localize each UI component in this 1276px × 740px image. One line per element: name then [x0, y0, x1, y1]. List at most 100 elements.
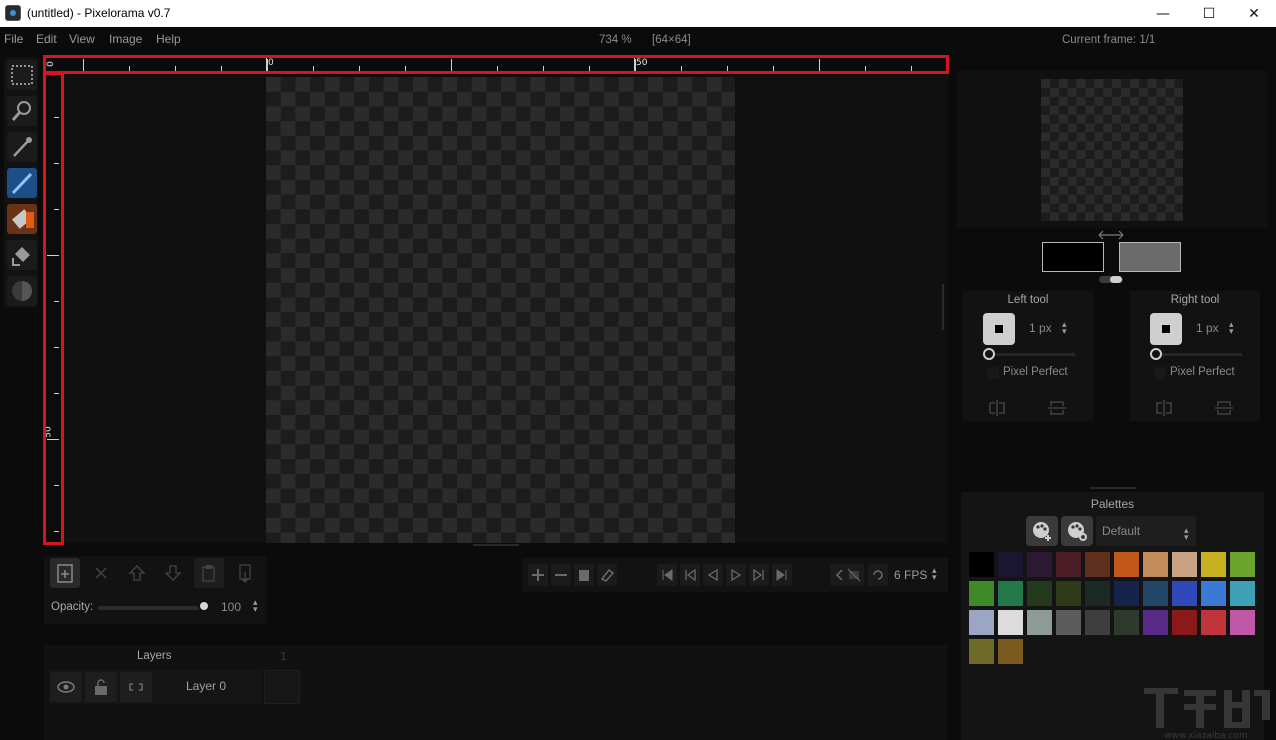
- palette-swatch[interactable]: [1201, 610, 1226, 635]
- clone-frame-button[interactable]: [574, 564, 594, 586]
- right-pixel-perfect-checkbox[interactable]: [1154, 367, 1166, 379]
- menu-view[interactable]: View: [69, 32, 95, 46]
- right-brush-size-thumb[interactable]: [1150, 348, 1162, 360]
- palette-swatch[interactable]: [969, 581, 994, 606]
- palette-swatch[interactable]: [1056, 581, 1081, 606]
- fps-spinner-icon[interactable]: ▴ ▾: [932, 567, 937, 583]
- opacity-slider-thumb[interactable]: [198, 600, 210, 612]
- loop-button[interactable]: [868, 564, 888, 586]
- layer-row[interactable]: Layer 0: [49, 670, 261, 704]
- lighten-darken-tool-button[interactable]: [7, 276, 37, 306]
- palette-swatch[interactable]: [969, 552, 994, 577]
- right-brush-size[interactable]: 1 px: [1196, 321, 1219, 335]
- fps-value[interactable]: 6 FPS: [894, 568, 927, 582]
- menu-help[interactable]: Help: [156, 32, 181, 46]
- palette-swatch[interactable]: [1056, 610, 1081, 635]
- vertical-mirror-icon[interactable]: [1214, 399, 1234, 417]
- palette-swatch[interactable]: [1201, 581, 1226, 606]
- palette-swatch[interactable]: [1027, 581, 1052, 606]
- edit-palette-button[interactable]: [1061, 516, 1093, 546]
- horizontal-mirror-icon[interactable]: [1154, 399, 1174, 417]
- right-brush-type-button[interactable]: [1150, 313, 1182, 345]
- splitter-handle[interactable]: [473, 544, 519, 546]
- frame-cel[interactable]: [264, 670, 300, 704]
- link-toggle[interactable]: [120, 672, 152, 702]
- rect-select-tool-button[interactable]: [7, 60, 37, 90]
- palette-swatch[interactable]: [1172, 552, 1197, 577]
- palette-swatch[interactable]: [1143, 581, 1168, 606]
- left-brush-size-slider[interactable]: [985, 353, 1075, 356]
- left-color-picker[interactable]: [1042, 242, 1104, 272]
- maximize-button[interactable]: ☐: [1186, 0, 1232, 27]
- palette-swatch[interactable]: [1114, 552, 1139, 577]
- onion-skin-button[interactable]: [597, 564, 617, 586]
- menu-image[interactable]: Image: [109, 32, 142, 46]
- add-frame-button[interactable]: [528, 564, 548, 586]
- lock-toggle[interactable]: [85, 672, 117, 702]
- palette-swatch[interactable]: [1085, 552, 1110, 577]
- eraser-tool-button[interactable]: [7, 204, 37, 234]
- palette-swatch[interactable]: [1085, 610, 1110, 635]
- add-layer-button[interactable]: [50, 558, 80, 588]
- palette-swatch[interactable]: [969, 639, 994, 664]
- minimize-button[interactable]: —: [1140, 0, 1186, 27]
- play-backwards-button[interactable]: [703, 564, 723, 586]
- onion-skinning-toggle[interactable]: [844, 564, 864, 586]
- move-layer-up-button[interactable]: [122, 558, 152, 588]
- splitter-handle[interactable]: [942, 284, 944, 330]
- left-pixel-perfect-checkbox[interactable]: [987, 367, 999, 379]
- move-layer-down-button[interactable]: [158, 558, 188, 588]
- palette-swatch[interactable]: [998, 610, 1023, 635]
- reset-colors-icon[interactable]: [1098, 275, 1124, 284]
- right-brush-size-slider[interactable]: [1152, 353, 1242, 356]
- horizontal-ruler[interactable]: 0 0 50: [43, 55, 949, 74]
- palette-swatch[interactable]: [1114, 610, 1139, 635]
- left-brush-size-thumb[interactable]: [983, 348, 995, 360]
- palette-swatch[interactable]: [1230, 610, 1255, 635]
- opacity-spinner-icon[interactable]: ▴ ▾: [253, 599, 258, 615]
- first-frame-button[interactable]: [657, 564, 677, 586]
- drawing-canvas[interactable]: [266, 77, 735, 543]
- right-color-picker[interactable]: [1119, 242, 1181, 272]
- horizontal-mirror-icon[interactable]: [987, 399, 1007, 417]
- opacity-slider[interactable]: [98, 606, 204, 610]
- opacity-value[interactable]: 100: [221, 600, 241, 614]
- clone-layer-button[interactable]: [194, 558, 224, 588]
- previous-frame-button[interactable]: [680, 564, 700, 586]
- palette-select[interactable]: Default ▴ ▾: [1096, 516, 1196, 546]
- bucket-tool-button[interactable]: [7, 240, 37, 270]
- menu-edit[interactable]: Edit: [36, 32, 57, 46]
- left-size-spinner-icon[interactable]: ▴ ▾: [1062, 321, 1067, 337]
- palette-swatch[interactable]: [1143, 610, 1168, 635]
- palette-swatch[interactable]: [1143, 552, 1168, 577]
- palette-swatch[interactable]: [1027, 610, 1052, 635]
- palette-swatch[interactable]: [1230, 581, 1255, 606]
- vertical-mirror-icon[interactable]: [1047, 399, 1067, 417]
- play-forward-button[interactable]: [726, 564, 746, 586]
- add-palette-button[interactable]: [1026, 516, 1058, 546]
- color-picker-tool-button[interactable]: [7, 132, 37, 162]
- palette-swatch[interactable]: [1201, 552, 1226, 577]
- left-brush-size[interactable]: 1 px: [1029, 321, 1052, 335]
- palette-swatch[interactable]: [998, 552, 1023, 577]
- palette-swatch[interactable]: [1027, 552, 1052, 577]
- splitter-handle[interactable]: [1090, 487, 1136, 489]
- close-button[interactable]: ✕: [1231, 0, 1276, 27]
- palette-swatch[interactable]: [969, 610, 994, 635]
- last-frame-button[interactable]: [772, 564, 792, 586]
- swap-colors-icon[interactable]: [1097, 229, 1125, 241]
- zoom-tool-button[interactable]: [7, 96, 37, 126]
- palette-swatch[interactable]: [1172, 610, 1197, 635]
- palette-swatch[interactable]: [998, 639, 1023, 664]
- visibility-toggle[interactable]: [50, 672, 82, 702]
- palette-swatch[interactable]: [1085, 581, 1110, 606]
- merge-down-button[interactable]: [230, 558, 260, 588]
- palette-swatch[interactable]: [1114, 581, 1139, 606]
- palette-swatch[interactable]: [1172, 581, 1197, 606]
- palette-swatch[interactable]: [1056, 552, 1081, 577]
- right-size-spinner-icon[interactable]: ▴ ▾: [1229, 321, 1234, 337]
- vertical-ruler[interactable]: 50: [43, 72, 64, 545]
- remove-layer-button[interactable]: [86, 558, 116, 588]
- palette-swatch[interactable]: [1230, 552, 1255, 577]
- left-brush-type-button[interactable]: [983, 313, 1015, 345]
